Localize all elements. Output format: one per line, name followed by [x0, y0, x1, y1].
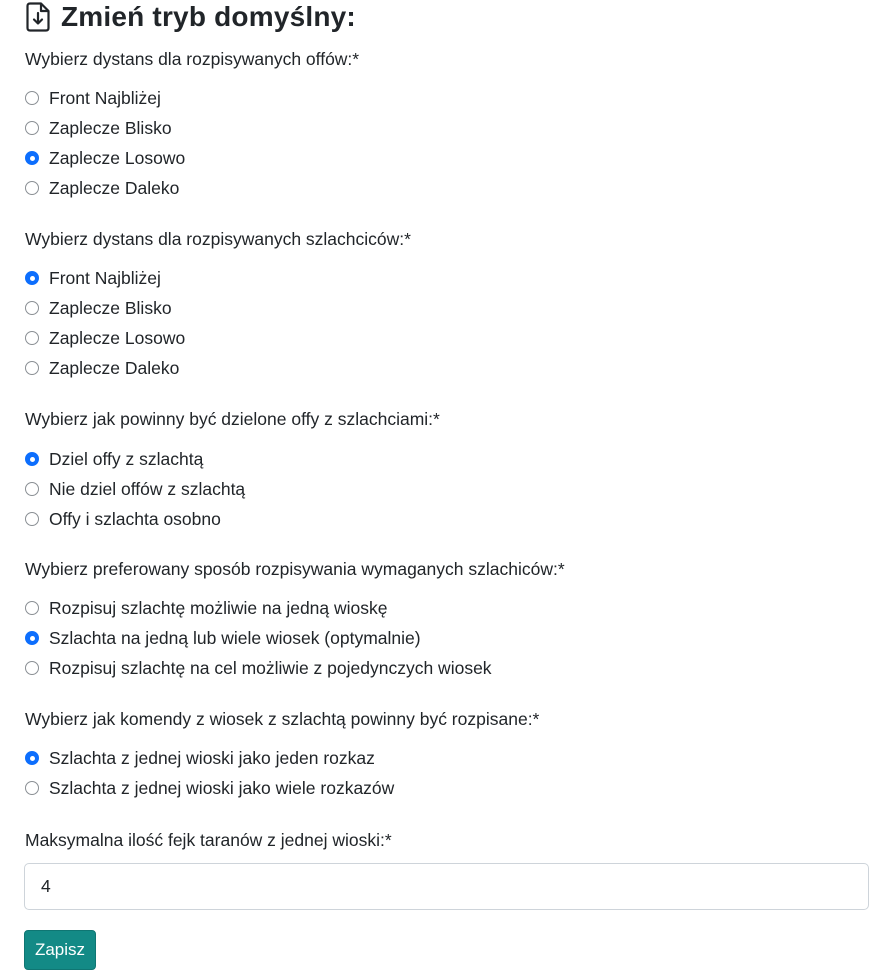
fake-rams-label: Maksymalna ilość fejk taranów z jednej w… [25, 830, 392, 850]
radio-button[interactable] [25, 331, 39, 345]
group-label: Wybierz preferowany sposób rozpisywania … [25, 559, 565, 579]
radio-option[interactable]: Zaplecze Daleko [25, 177, 179, 199]
radio-option[interactable]: Nie dziel offów z szlachtą [25, 478, 245, 500]
radio-label: Offy i szlachta osobno [49, 509, 221, 529]
radio-label: Rozpisuj szlachtę możliwie na jedną wios… [49, 598, 388, 618]
radio-button[interactable] [25, 631, 39, 645]
radio-label: Front Najbliżej [49, 88, 161, 108]
radio-option[interactable]: Dziel offy z szlachtą [25, 448, 203, 470]
radio-label: Rozpisuj szlachtę na cel możliwie z poje… [49, 658, 492, 678]
nobles-distance-group: Wybierz dystans dla rozpisywanych szlach… [25, 228, 411, 378]
radio-button[interactable] [25, 512, 39, 526]
radio-label: Zaplecze Daleko [49, 358, 180, 378]
radio-label: Zaplecze Blisko [49, 118, 172, 138]
radio-label: Szlachta z jednej wioski jako wiele rozk… [49, 778, 395, 798]
offs-distance-group: Wybierz dystans dla rozpisywanych offów:… [25, 48, 360, 198]
radio-option[interactable]: Front Najbliżej [25, 87, 161, 109]
fake-rams-input[interactable] [24, 863, 869, 910]
file-download-icon [26, 2, 50, 32]
radio-button[interactable] [25, 271, 39, 285]
radio-label: Szlachta z jednej wioski jako jeden rozk… [49, 748, 375, 768]
radio-label: Front Najbliżej [49, 268, 161, 288]
radio-button[interactable] [25, 301, 39, 315]
radio-label: Nie dziel offów z szlachtą [49, 479, 246, 499]
group-label: Wybierz jak powinny być dzielone offy z … [25, 409, 440, 429]
radio-option[interactable]: Rozpisuj szlachtę możliwie na jedną wios… [25, 597, 388, 619]
radio-label: Zaplecze Losowo [49, 328, 186, 348]
save-button[interactable]: Zapisz [24, 930, 96, 970]
radio-label: Zaplecze Daleko [49, 178, 180, 198]
radio-option[interactable]: Zaplecze Daleko [25, 357, 179, 379]
radio-label: Zaplecze Blisko [49, 298, 172, 318]
fake-rams-group: Maksymalna ilość fejk taranów z jednej w… [25, 829, 392, 851]
offs-sharing-group: Wybierz jak powinny być dzielone offy z … [25, 408, 440, 529]
radio-option[interactable]: Szlachta z jednej wioski jako wiele rozk… [25, 777, 394, 799]
radio-button[interactable] [25, 121, 39, 135]
radio-option[interactable]: Szlachta na jedną lub wiele wiosek (opty… [25, 627, 421, 649]
page-title: Zmień tryb domyślny: [61, 1, 356, 32]
radio-button[interactable] [25, 452, 39, 466]
nobles-commands-group: Wybierz jak komendy z wiosek z szlachtą … [25, 708, 540, 798]
radio-option[interactable]: Zaplecze Losowo [25, 327, 185, 349]
radio-label: Zaplecze Losowo [49, 148, 186, 168]
radio-option[interactable]: Zaplecze Blisko [25, 117, 172, 139]
radio-button[interactable] [25, 482, 39, 496]
group-label: Wybierz dystans dla rozpisywanych szlach… [25, 229, 411, 249]
group-label: Wybierz dystans dla rozpisywanych offów:… [25, 49, 360, 69]
nobles-assignment-group: Wybierz preferowany sposób rozpisywania … [25, 558, 565, 678]
radio-button[interactable] [25, 91, 39, 105]
radio-button[interactable] [25, 181, 39, 195]
radio-option[interactable]: Rozpisuj szlachtę na cel możliwie z poje… [25, 657, 492, 679]
radio-button[interactable] [25, 751, 39, 765]
radio-option[interactable]: Zaplecze Blisko [25, 297, 172, 319]
radio-button[interactable] [25, 781, 39, 795]
radio-button[interactable] [25, 661, 39, 675]
radio-option[interactable]: Zaplecze Losowo [25, 147, 185, 169]
radio-label: Dziel offy z szlachtą [49, 449, 204, 469]
radio-button[interactable] [25, 601, 39, 615]
radio-label: Szlachta na jedną lub wiele wiosek (opty… [49, 628, 421, 648]
radio-option[interactable]: Szlachta z jednej wioski jako jeden rozk… [25, 747, 375, 769]
radio-option[interactable]: Offy i szlachta osobno [25, 508, 221, 530]
radio-button[interactable] [25, 361, 39, 375]
radio-option[interactable]: Front Najbliżej [25, 267, 161, 289]
radio-button[interactable] [25, 151, 39, 165]
page-title-row: Zmień tryb domyślny: [25, 0, 356, 34]
group-label: Wybierz jak komendy z wiosek z szlachtą … [25, 709, 540, 729]
